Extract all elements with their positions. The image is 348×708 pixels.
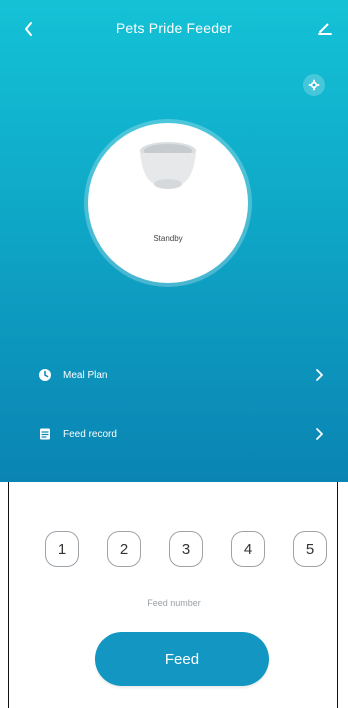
chevron-right-icon [313,427,327,441]
feed-record-row[interactable]: Feed record [0,414,348,454]
gear-icon [308,79,320,91]
status-label: Standby [153,234,183,243]
feed-button[interactable]: Feed [95,632,269,686]
feed-number-2[interactable]: 2 [107,531,141,567]
right-edge-line [337,482,338,708]
feed-number-label: Feed number [147,598,201,608]
device-status-panel: Standby [88,123,248,283]
edit-button[interactable] [314,17,336,39]
top-panel: Pets Pride Feeder Standby Meal Plan Feed… [0,0,348,482]
feeder-screen: Pets Pride Feeder Standby Meal Plan Feed… [0,0,348,708]
edit-icon [318,23,332,35]
header: Pets Pride Feeder [0,0,348,56]
meal-plan-label: Meal Plan [63,369,108,381]
feed-number-4[interactable]: 4 [231,531,265,567]
bowl-icon [140,142,196,189]
meal-plan-row[interactable]: Meal Plan [0,355,348,395]
feed-number-5[interactable]: 5 [293,531,327,567]
settings-button[interactable] [303,74,325,96]
feed-number-1[interactable]: 1 [45,531,79,567]
left-edge-line [8,482,9,708]
feed-number-3[interactable]: 3 [169,531,203,567]
page-title: Pets Pride Feeder [115,20,233,36]
feed-number-selector: 1 2 3 4 5 [0,531,348,569]
chevron-right-icon [313,368,327,382]
record-icon [38,427,52,441]
feed-record-label: Feed record [63,428,117,440]
clock-icon [38,368,52,382]
